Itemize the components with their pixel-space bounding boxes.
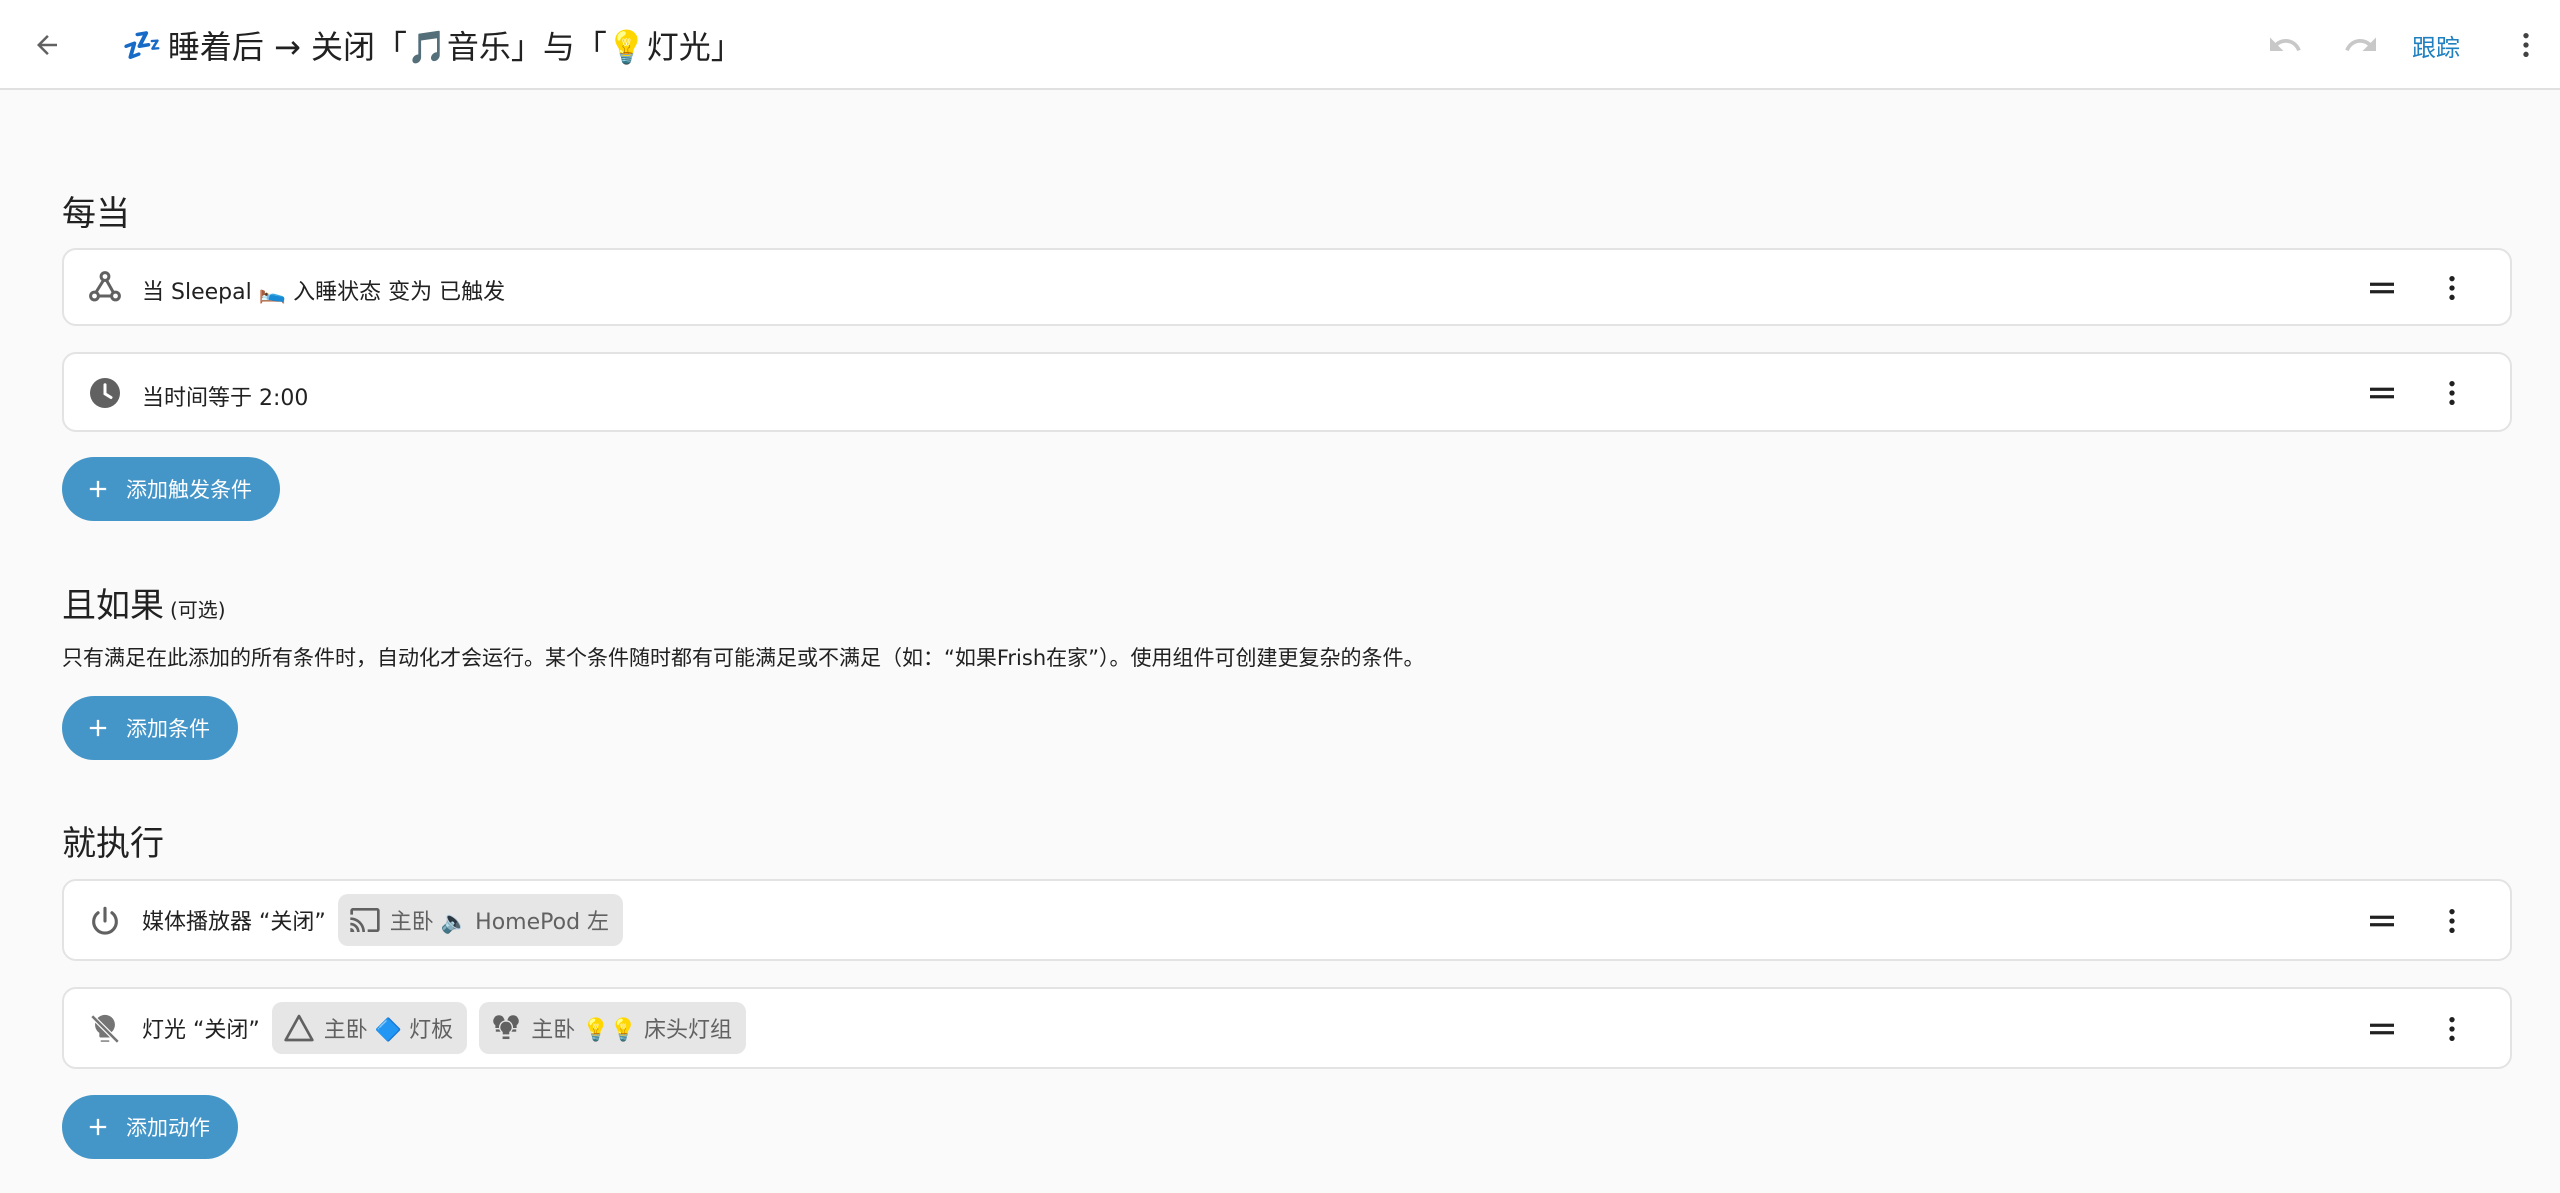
- trigger-more-button[interactable]: [2432, 266, 2472, 310]
- action-text: 灯光 “关闭”: [142, 1018, 260, 1043]
- trigger-text: 当时间等于 2:00: [142, 386, 309, 411]
- webhook-icon: [84, 266, 126, 308]
- triggers-heading: 每当: [62, 194, 130, 234]
- back-button[interactable]: [22, 22, 72, 68]
- power-icon: [84, 900, 126, 942]
- lightbulb-group-icon: [487, 1009, 525, 1047]
- page-title: 💤 睡着后 → 关闭「🎵音乐」与「💡灯光」: [122, 22, 743, 68]
- plus-icon: [82, 473, 114, 505]
- action-more-button[interactable]: [2432, 899, 2472, 943]
- entity-chip-label: 主卧 🔷 灯板: [323, 1018, 454, 1043]
- drag-handle-icon[interactable]: [2360, 266, 2404, 310]
- undo-button[interactable]: [2262, 22, 2308, 68]
- entity-chip-label: 主卧 🔈 HomePod 左: [389, 910, 610, 935]
- conditions-heading: 且如果 (可选): [62, 578, 226, 627]
- clock-icon: [84, 372, 126, 414]
- add-action-label: 添加动作: [126, 1116, 210, 1140]
- top-more-button[interactable]: [2504, 22, 2548, 68]
- conditions-description: 只有满足在此添加的所有条件时，自动化才会运行。某个条件随时都有可能满足或不满足（…: [62, 646, 1425, 670]
- plus-icon: [82, 1111, 114, 1143]
- plus-icon: [82, 712, 114, 744]
- add-trigger-button[interactable]: 添加触发条件: [62, 457, 280, 521]
- drag-handle-icon[interactable]: [2360, 899, 2404, 943]
- more-vertical-icon: [2449, 1017, 2455, 1041]
- arrow-left-icon: [37, 35, 57, 55]
- undo-icon: [2270, 37, 2301, 51]
- add-condition-button[interactable]: 添加条件: [62, 696, 238, 760]
- add-action-button[interactable]: 添加动作: [62, 1095, 238, 1159]
- entity-chip[interactable]: 主卧 🔷 灯板: [271, 1002, 468, 1054]
- lightbulb-off-icon: [84, 1008, 126, 1050]
- actions-heading: 就执行: [62, 824, 164, 864]
- triangle-outline-icon: [280, 1009, 318, 1047]
- add-trigger-label: 添加触发条件: [126, 478, 252, 502]
- entity-chip[interactable]: 主卧 🔈 HomePod 左: [337, 894, 624, 946]
- trigger-more-button[interactable]: [2432, 371, 2472, 415]
- action-text-row: 灯光 “关闭” 主卧 🔷 灯板 主卧 💡💡 床头灯组: [142, 1002, 746, 1054]
- redo-button[interactable]: [2338, 22, 2384, 68]
- action-text-row: 媒体播放器 “关闭” 主卧 🔈 HomePod 左: [142, 894, 624, 946]
- cast-icon: [346, 901, 384, 939]
- more-vertical-icon: [2523, 33, 2529, 57]
- conditions-heading-text: 且如果: [62, 586, 164, 626]
- drag-handle-icon[interactable]: [2360, 1007, 2404, 1051]
- page-title-text: 睡着后 → 关闭「🎵音乐」与「💡灯光」: [167, 28, 743, 66]
- trace-button[interactable]: 跟踪: [2412, 22, 2460, 68]
- add-condition-label: 添加条件: [126, 717, 210, 741]
- action-card[interactable]: 灯光 “关闭” 主卧 🔷 灯板 主卧 💡💡 床头灯组: [62, 987, 2512, 1069]
- more-vertical-icon: [2449, 909, 2455, 933]
- optional-label: (可选): [170, 598, 226, 622]
- top-app-bar: 💤 睡着后 → 关闭「🎵音乐」与「💡灯光」 跟踪: [0, 0, 2560, 90]
- more-vertical-icon: [2449, 276, 2455, 300]
- trigger-text: 当 Sleepal 🛌 入睡状态 变为 已触发: [142, 280, 506, 305]
- entity-chip[interactable]: 主卧 💡💡 床头灯组: [479, 1002, 746, 1054]
- entity-chip-label: 主卧 💡💡 床头灯组: [531, 1018, 732, 1043]
- action-more-button[interactable]: [2432, 1007, 2472, 1051]
- trigger-card[interactable]: 当 Sleepal 🛌 入睡状态 变为 已触发: [62, 248, 2512, 326]
- trigger-card[interactable]: 当时间等于 2:00: [62, 352, 2512, 432]
- redo-icon: [2345, 37, 2376, 51]
- drag-handle-icon[interactable]: [2360, 371, 2404, 415]
- sleep-emoji: 💤: [122, 26, 162, 64]
- more-vertical-icon: [2449, 381, 2455, 405]
- action-card[interactable]: 媒体播放器 “关闭” 主卧 🔈 HomePod 左: [62, 879, 2512, 961]
- action-text: 媒体播放器 “关闭”: [142, 910, 326, 935]
